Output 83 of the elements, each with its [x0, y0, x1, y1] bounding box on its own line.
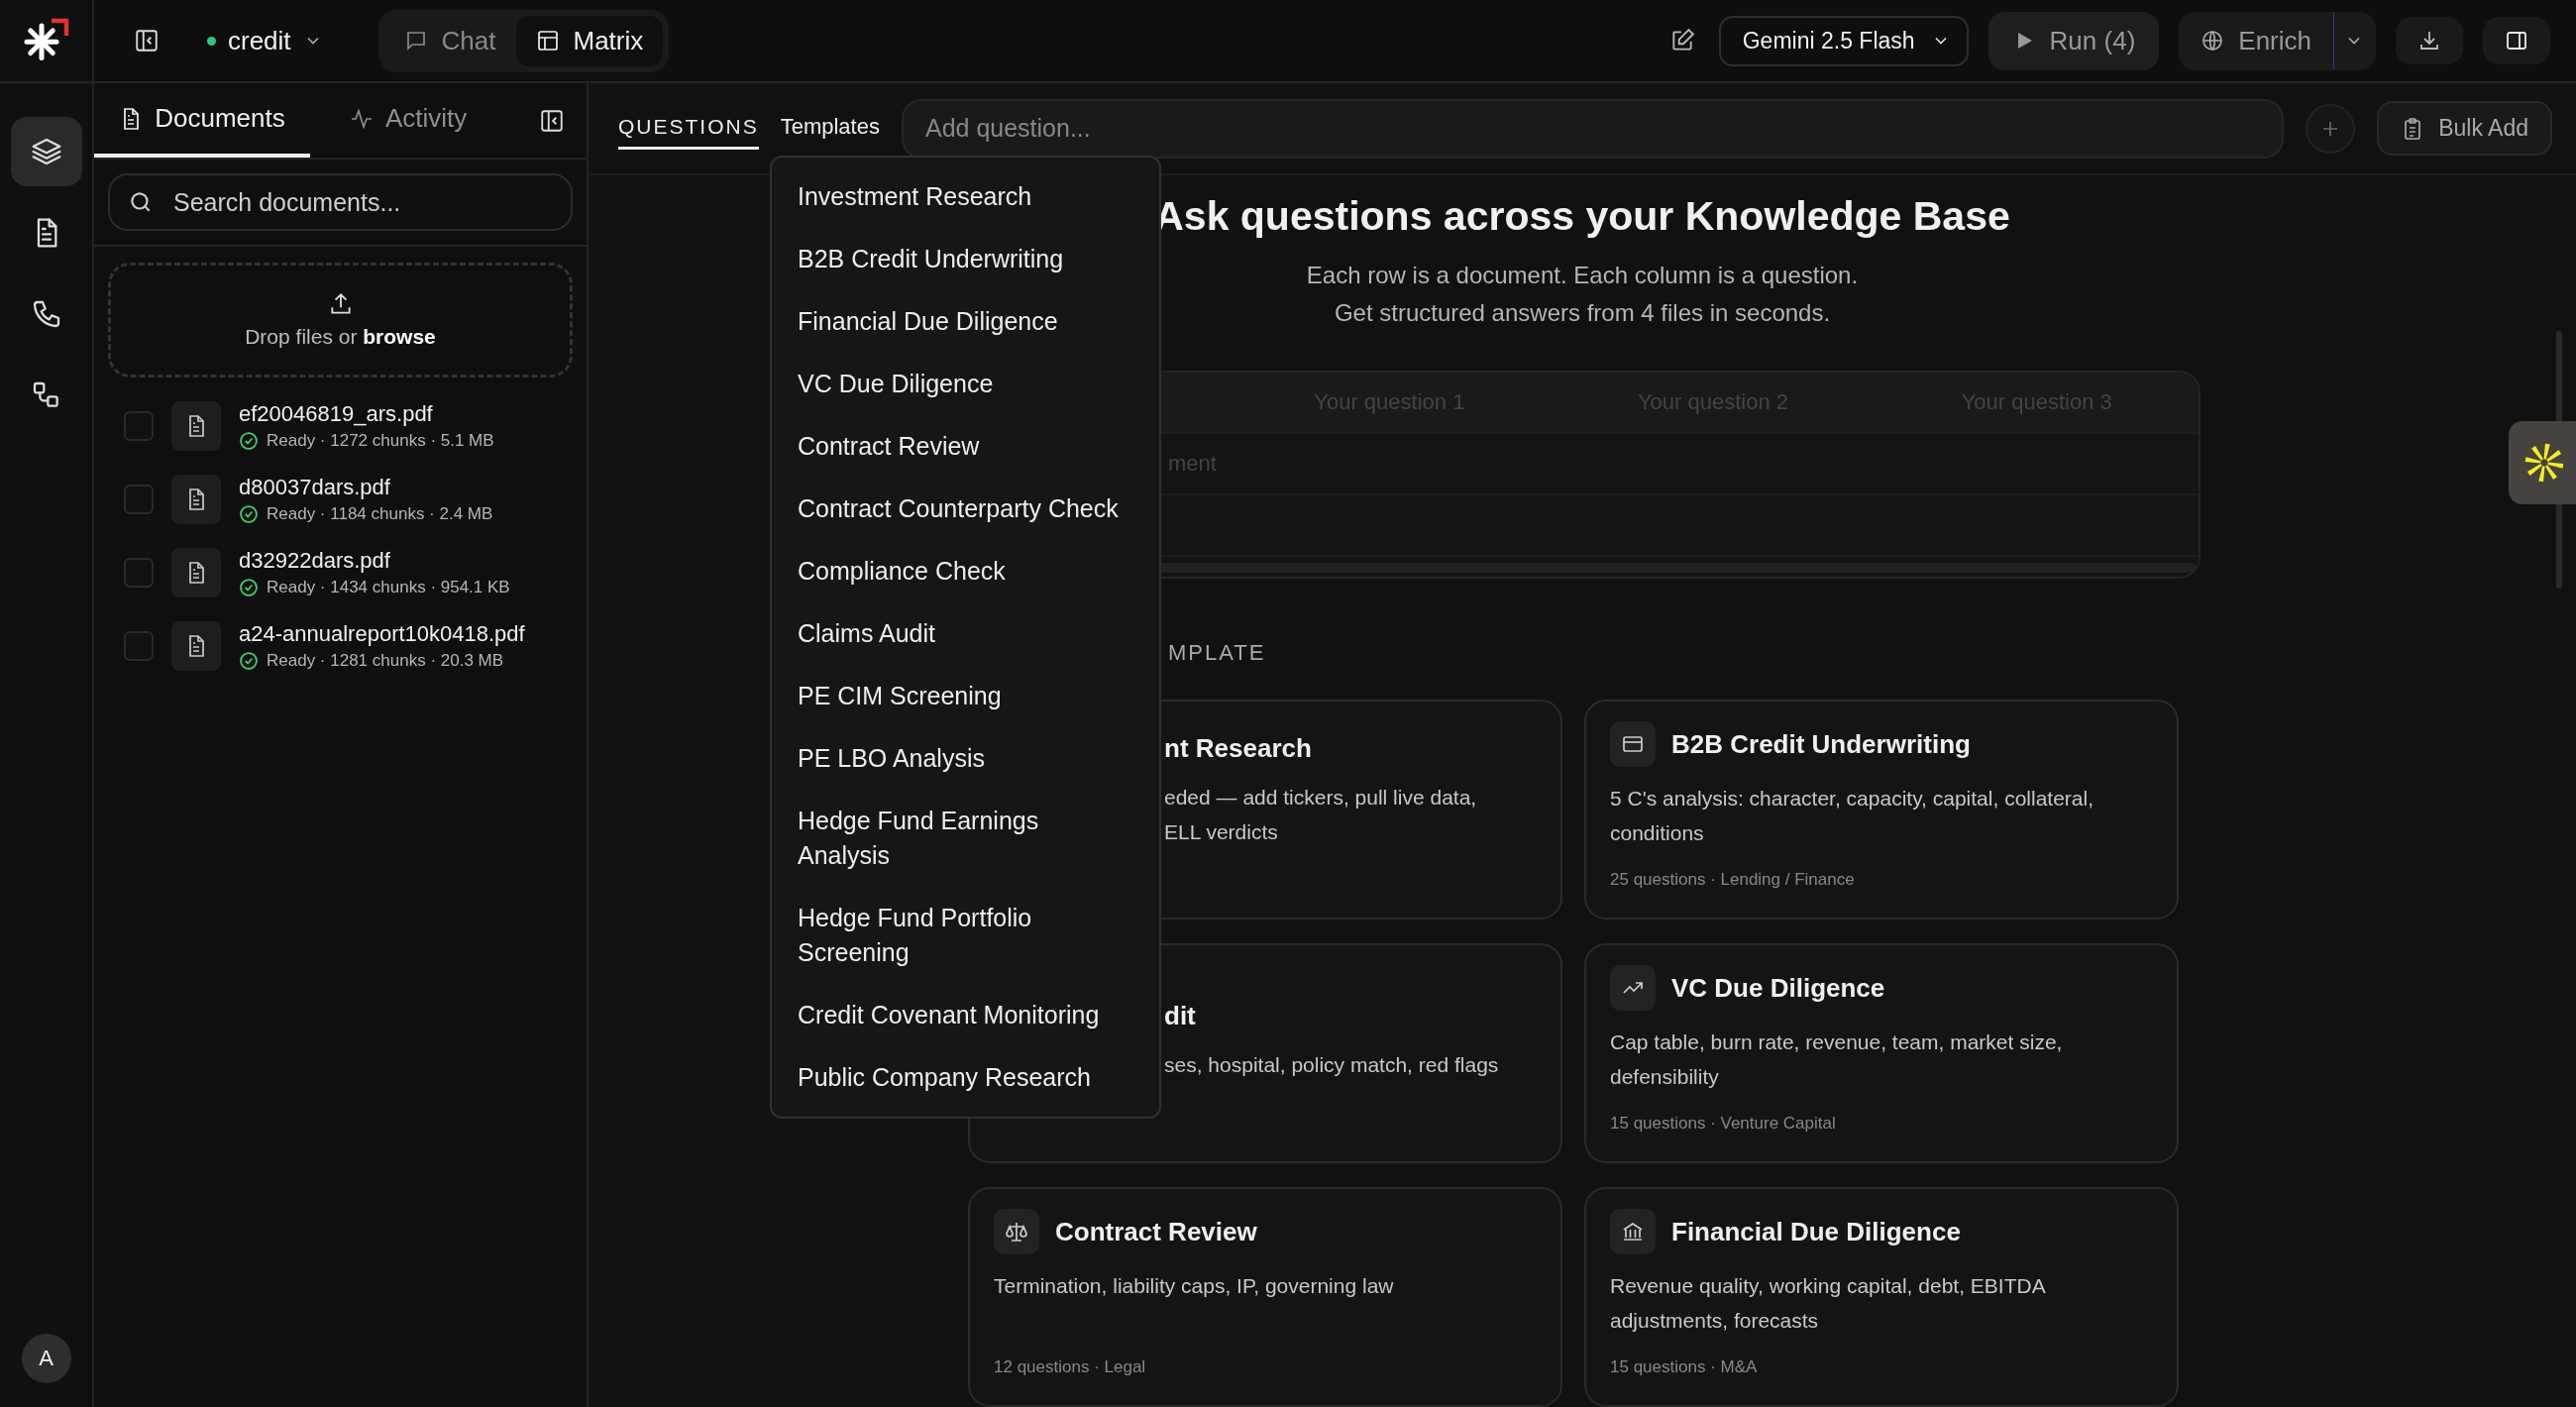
panel-tab[interactable]: Activity — [310, 83, 491, 158]
dropzone-text: Drop files or browse — [245, 325, 436, 349]
card-description: 5 C's analysis: character, capacity, capital, collateral, conditions — [1610, 786, 2094, 846]
template-card[interactable]: VC Due Diligence Cap table, burn rate, revenue, team, market size, defensibility 15 questions · Venture Capital — [1584, 943, 2179, 1163]
subtitle-text: Each row is a document. Each column is a question. — [1306, 262, 1859, 289]
card-meta: 12 questions · Legal — [994, 1357, 1147, 1378]
check-circle-icon — [239, 578, 259, 597]
file-name[interactable]: d32922dars.pdf — [239, 548, 510, 574]
template-card[interactable]: Contract Review Termination, liability caps, IP, governing law 12 questions · Legal — [968, 1187, 1562, 1407]
file-icon — [171, 475, 221, 524]
card-meta: 25 questions · Lending / Finance — [1610, 870, 1856, 891]
file-name[interactable]: ef20046819_ars.pdf — [239, 401, 494, 427]
checkbox[interactable] — [124, 411, 154, 441]
view-tab[interactable]: Templates — [780, 106, 880, 151]
file-name[interactable]: d80037dars.pdf — [239, 475, 493, 500]
card-title: dit — [1164, 1001, 1197, 1031]
panel-tab[interactable]: Documents — [94, 83, 310, 158]
template-card[interactable]: B2B Credit Underwriting 5 C's analysis: character, capacity, capital, collateral, conditions 25 questions · Lending / Finance — [1584, 700, 2179, 920]
trend-icon — [1610, 965, 1656, 1011]
mode-tab[interactable]: Matrix — [515, 15, 664, 66]
template-menu-item[interactable]: Contract Review — [778, 415, 1153, 478]
check-circle-icon — [239, 504, 259, 524]
file-status: Ready · 1272 chunks · 5.1 MB — [267, 431, 494, 451]
checkbox[interactable] — [124, 631, 154, 661]
card-description: ses, hospital, policy match, red flags — [1164, 1052, 1500, 1078]
card-meta: 15 questions · M&A — [1610, 1357, 1759, 1378]
workspace-selector[interactable]: credit — [207, 25, 323, 56]
card-description: eded — add tickers, pull live data, ELL verdicts — [1164, 785, 1478, 845]
scale-icon — [994, 1209, 1039, 1254]
sidebar-icon — [2505, 29, 2528, 53]
status-dot — [207, 36, 216, 46]
question-input[interactable]: Add question... — [901, 98, 2285, 159]
template-menu-item[interactable]: VC Due Diligence — [778, 353, 1153, 415]
card-description: Cap table, burn rate, revenue, team, market size, defensibility — [1610, 1029, 2064, 1090]
card-description: Revenue quality, working capital, debt, EBITDA adjustments, forecasts — [1610, 1273, 2047, 1334]
collapse-panel-icon[interactable] — [539, 107, 565, 134]
template-card[interactable]: Financial Due Diligence Revenue quality, working capital, debt, EBITDA adjustments, forecasts 15 questions · M&A — [1584, 1187, 2179, 1407]
card-description: Termination, liability caps, IP, governing law — [994, 1273, 1395, 1299]
model-selector[interactable]: Gemini 2.5 Flash — [1718, 15, 1969, 66]
template-menu-item[interactable]: Financial Due Diligence — [778, 290, 1153, 353]
checkbox[interactable] — [124, 485, 154, 514]
card-title: Financial Due Diligence — [1671, 1216, 1961, 1247]
file-dropzone[interactable]: Drop files or browse — [108, 263, 573, 378]
layers-icon — [30, 136, 62, 167]
template-menu-item[interactable]: Investment Research — [778, 165, 1153, 228]
template-menu-item[interactable]: Contract Counterparty Check — [778, 478, 1153, 540]
enrich-button[interactable]: Enrich — [2179, 11, 2334, 70]
view-tab[interactable]: QUESTIONS — [618, 107, 759, 150]
file-status: Ready · 1434 chunks · 954.1 KB — [267, 578, 510, 597]
run-button[interactable]: Run (4) — [1987, 11, 2160, 70]
user-avatar[interactable]: A — [21, 1334, 71, 1383]
file-icon — [171, 548, 221, 597]
credit-card-icon — [1610, 721, 1656, 767]
template-menu-item[interactable]: B2B Credit Underwriting — [778, 228, 1153, 290]
check-circle-icon — [239, 431, 259, 451]
card-title: nt Research — [1164, 733, 1313, 764]
card-meta: 15 questions · Venture Capital — [1610, 1114, 1837, 1135]
card-title: VC Due Diligence — [1671, 972, 1885, 1004]
file-name[interactable]: a24-annualreport10k0418.pdf — [239, 621, 525, 647]
section-label: MPLATE — [1167, 640, 1267, 666]
panel-toggle-button[interactable] — [2483, 17, 2550, 64]
file-icon — [171, 621, 221, 671]
checkbox[interactable] — [124, 558, 154, 588]
rail-nav-button[interactable] — [10, 117, 82, 186]
sidebar-toggle-icon[interactable] — [134, 28, 160, 54]
file-icon — [171, 401, 221, 451]
assistant-widget-button[interactable] — [2509, 421, 2576, 504]
template-menu-item[interactable]: Claims Audit — [778, 602, 1153, 665]
file-status: Ready · 1281 chunks · 20.3 MB — [267, 651, 504, 671]
file-status: Ready · 1184 chunks · 2.4 MB — [267, 504, 493, 524]
card-title: B2B Credit Underwriting — [1671, 728, 1971, 760]
download-button[interactable] — [2396, 17, 2463, 64]
table-icon — [535, 29, 560, 53]
globe-icon — [2200, 29, 2225, 53]
bulk-add-button[interactable]: Bulk Add — [2377, 101, 2552, 156]
subtitle-text: Get structured answers from 4 files in seconds. — [1334, 299, 1831, 327]
download-icon — [2417, 29, 2441, 53]
check-circle-icon — [239, 651, 259, 671]
bank-icon — [1610, 1209, 1656, 1254]
mode-tab[interactable]: Chat — [383, 15, 516, 66]
search-field[interactable]: Search documents... — [108, 173, 573, 231]
template-menu-item[interactable]: Compliance Check — [778, 540, 1153, 602]
card-title: Contract Review — [1055, 1216, 1257, 1247]
